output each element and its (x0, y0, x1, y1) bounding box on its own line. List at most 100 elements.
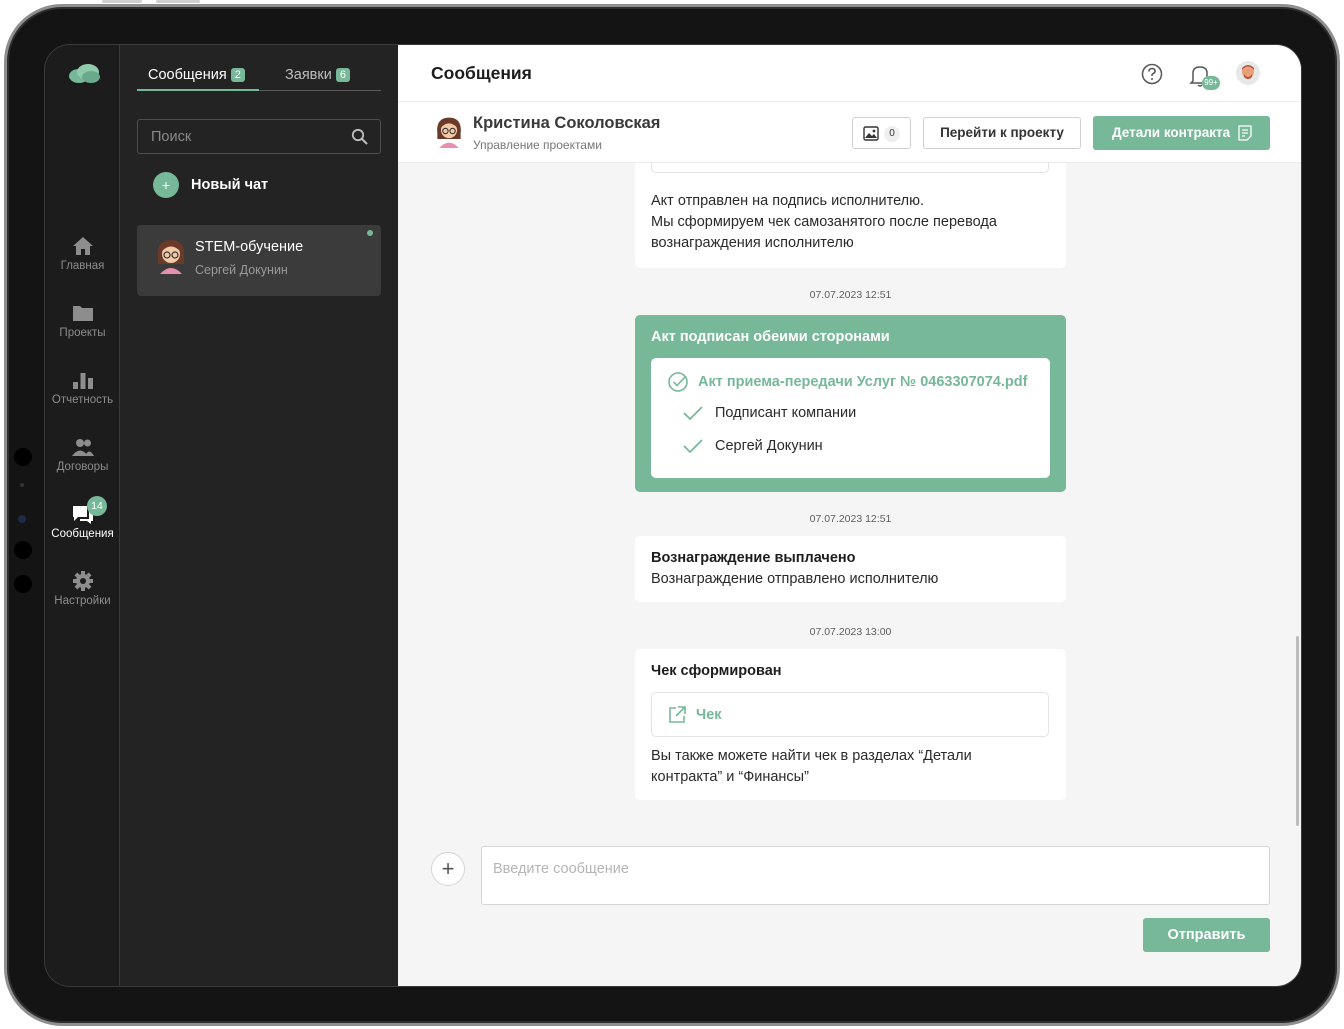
contract-details-button[interactable]: Детали контракта (1093, 116, 1270, 150)
chat-subtitle: Сергей Докунин (195, 263, 288, 277)
signer-row: Сергей Докунин (683, 438, 823, 454)
signer-name: Подписант компании (715, 405, 857, 421)
message-timestamp: 07.07.2023 13:00 (809, 626, 892, 638)
tablet-volume-button (156, 0, 200, 3)
tablet-volume-button (102, 0, 142, 3)
nav-item-contracts[interactable]: Договоры (45, 437, 120, 473)
tab-requests[interactable]: Заявки 6 (285, 67, 350, 83)
message-input[interactable] (481, 846, 1270, 905)
message-line: Мы сформируем чек самозанятого после пер… (651, 214, 997, 230)
receipt-link-label: Чек (696, 706, 722, 723)
avatar (437, 117, 461, 148)
tablet-camera (14, 448, 32, 466)
message-timestamp: 07.07.2023 12:51 (809, 513, 892, 525)
signer-name: Сергей Докунин (715, 438, 823, 454)
new-chat-label: Новый чат (191, 177, 269, 193)
message-text: Акт отправлен на подпись исполнителю. Мы… (651, 191, 997, 254)
notifications-badge: 99+ (1202, 76, 1220, 90)
checkmark-icon (683, 406, 703, 421)
app-screen: Главная Проекты Отчетность Договоры 14 С… (44, 44, 1302, 987)
nav-item-projects[interactable]: Проекты (45, 303, 120, 339)
nav-item-label: Договоры (56, 461, 109, 473)
checkmark-icon (683, 439, 703, 454)
images-button[interactable]: 0 (852, 117, 911, 149)
bar-chart-icon (72, 373, 93, 389)
nav-item-settings[interactable]: Настройки (45, 571, 120, 607)
chat-list-panel: Сообщения2 Заявки6 + Новый чат (120, 45, 398, 986)
contact-name: Кристина Соколовская (473, 114, 661, 132)
top-bar: Сообщения 99+ (398, 45, 1301, 102)
main-chat-area: Сообщения 99+ Кристина Соколовская Управ… (398, 45, 1301, 986)
active-tab-indicator (137, 89, 259, 91)
signer-row: Подписант компании (683, 405, 856, 421)
message-title: Чек сформирован (651, 663, 782, 679)
check-circle-icon (668, 372, 688, 392)
document-name: Акт приема-передачи Услуг № 0463307074.p… (698, 374, 1028, 390)
go-to-project-button[interactable]: Перейти к проекту (923, 117, 1081, 149)
message-text: Вы также можете найти чек в разделах “Де… (651, 746, 972, 788)
message-line: Акт отправлен на подпись исполнителю. (651, 193, 925, 209)
contract-details-label: Детали контракта (1112, 125, 1231, 140)
search-input[interactable] (138, 120, 348, 153)
folder-icon (72, 306, 93, 321)
tablet-sensor (18, 515, 26, 523)
message-line: контракта” и “Финансы” (651, 769, 809, 785)
gear-icon (72, 571, 93, 591)
nav-item-label: Сообщения (51, 528, 114, 540)
nav-item-label: Отчетность (51, 394, 114, 406)
nav-item-label: Настройки (54, 595, 111, 607)
external-link-icon (669, 705, 686, 723)
message-timestamp: 07.07.2023 12:51 (809, 289, 892, 301)
messages-count-badge: 14 (87, 496, 107, 516)
message-text: Вознаграждение отправлено исполнителю (651, 571, 939, 587)
chat-header: Кристина Соколовская Управление проектам… (398, 102, 1301, 163)
unread-dot (367, 230, 373, 236)
tab-count-badge: 6 (335, 68, 350, 82)
nav-item-label: Проекты (59, 327, 106, 339)
plus-icon: + (153, 172, 179, 198)
message-bubble: Вознаграждение выплачено Вознаграждение … (635, 536, 1066, 602)
signed-document-card: Акт приема-передачи Услуг № 0463307074.p… (651, 358, 1050, 478)
message-line: Вы также можете найти чек в разделах “Де… (651, 748, 972, 764)
tab-label: Заявки (285, 67, 332, 83)
tab-messages[interactable]: Сообщения 2 (148, 67, 245, 83)
send-button[interactable]: Отправить (1143, 918, 1270, 952)
attach-button[interactable]: + (431, 852, 465, 886)
users-icon (71, 439, 94, 456)
scrollbar-thumb[interactable] (1296, 636, 1299, 826)
receipt-link[interactable]: Чек (651, 692, 1049, 737)
chat-name: STEM-обучение (195, 239, 304, 255)
images-count: 0 (884, 126, 900, 142)
avatar (157, 240, 185, 274)
document-link[interactable]: Акт приема-передачи Услуг № 0463307074.p… (667, 371, 1027, 393)
icon-sidebar: Главная Проекты Отчетность Договоры 14 С… (45, 45, 120, 986)
attachment-card (651, 163, 1049, 173)
search-box (137, 119, 381, 154)
message-bubble-highlight: Акт подписан обеими сторонами Акт приема… (635, 315, 1066, 492)
user-avatar[interactable] (1236, 61, 1260, 85)
new-chat-button[interactable]: + Новый чат (153, 172, 268, 198)
message-list[interactable]: Акт отправлен на подпись исполнителю. Мы… (398, 163, 1301, 823)
message-line: вознаграждения исполнителю (651, 235, 854, 251)
document-icon (1238, 125, 1252, 141)
chat-tabs: Сообщения 2 Заявки 6 (137, 63, 381, 91)
message-bubble: Акт отправлен на подпись исполнителю. Мы… (635, 163, 1066, 268)
home-icon (72, 237, 93, 255)
message-title: Акт подписан обеими сторонами (651, 329, 890, 345)
nav-item-home[interactable]: Главная (45, 236, 120, 272)
page-title: Сообщения (431, 63, 532, 83)
logo-icon (69, 64, 100, 83)
tab-label: Сообщения (148, 67, 227, 83)
message-title: Вознаграждение выплачено (651, 550, 856, 566)
chat-list-item[interactable]: STEM-обучение Сергей Докунин (137, 225, 381, 296)
nav-item-reports[interactable]: Отчетность (45, 370, 120, 406)
tablet-sensor (14, 541, 32, 559)
image-icon (863, 126, 879, 141)
tablet-sensor (20, 483, 24, 487)
message-bubble: Чек сформирован Чек Вы также можете найт… (635, 649, 1066, 800)
nav-item-messages[interactable]: 14 Сообщения (45, 496, 120, 540)
search-icon[interactable] (351, 128, 368, 145)
tablet-sensor (14, 575, 32, 593)
help-icon[interactable] (1141, 63, 1163, 85)
nav-item-label: Главная (60, 260, 105, 272)
